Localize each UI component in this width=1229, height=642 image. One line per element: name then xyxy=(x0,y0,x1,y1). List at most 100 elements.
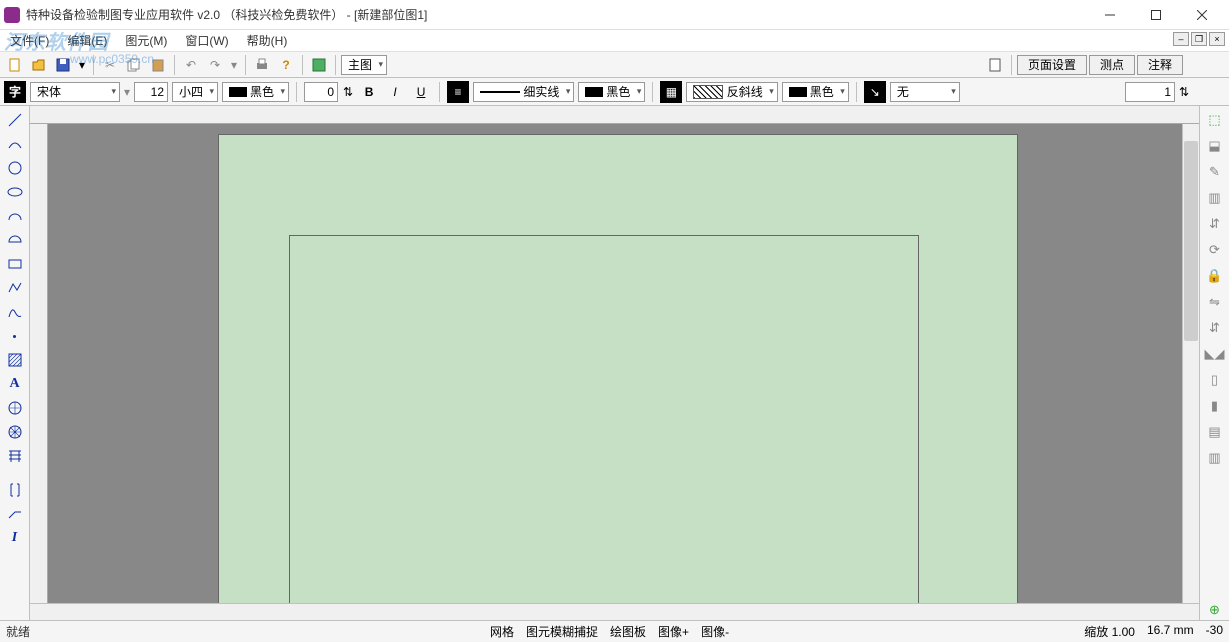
redo-button[interactable]: ↷ xyxy=(204,54,226,76)
annotate-button[interactable]: 注释 xyxy=(1137,55,1183,75)
status-board[interactable]: 绘图板 xyxy=(610,623,646,640)
circle-tool[interactable] xyxy=(4,158,26,178)
ellipse-tool[interactable] xyxy=(4,182,26,202)
status-snap[interactable]: 图元模糊捕捉 xyxy=(526,623,598,640)
save-button[interactable] xyxy=(52,54,74,76)
standard-toolbar: ▾ ✂ ↶ ↷ ▾ ? 主图 页面设置 测点 注释 xyxy=(0,52,1229,78)
text-color-select[interactable]: 黑色 xyxy=(222,82,289,102)
scrollbar-vertical[interactable] xyxy=(1182,124,1199,603)
status-image-plus[interactable]: 图像+ xyxy=(658,623,689,640)
radial-tool[interactable] xyxy=(4,422,26,442)
dimension-tool[interactable] xyxy=(4,398,26,418)
drawing-frame xyxy=(289,235,919,603)
status-grid[interactable]: 网格 xyxy=(490,623,514,640)
pattern-color-select[interactable]: 黑色 xyxy=(782,82,849,102)
help-button[interactable]: ? xyxy=(275,54,297,76)
minimize-button[interactable] xyxy=(1087,0,1133,30)
arc-tool[interactable] xyxy=(4,206,26,226)
edit-tool[interactable]: ✎ xyxy=(1204,162,1226,182)
titlebar: 特种设备检验制图专业应用软件 v2.0 （科技兴检免费软件） - [新建部位图1… xyxy=(0,0,1229,30)
menu-window[interactable]: 窗口(W) xyxy=(181,30,232,51)
group-tool[interactable]: ⬚ xyxy=(1204,110,1226,130)
font-size-label-select[interactable]: 小四 xyxy=(172,82,218,102)
ruler-vertical xyxy=(30,124,48,603)
layer-up-tool[interactable]: ▤ xyxy=(1204,422,1226,442)
bracket-tool[interactable] xyxy=(4,480,26,500)
ungroup-tool[interactable]: ⬓ xyxy=(1204,136,1226,156)
semicircle-tool[interactable] xyxy=(4,230,26,250)
italic-button[interactable]: I xyxy=(384,81,406,103)
copy-button[interactable] xyxy=(123,54,145,76)
drawing-canvas[interactable] xyxy=(48,124,1182,603)
stroke-width-input[interactable] xyxy=(304,82,338,102)
bezier-tool[interactable] xyxy=(4,302,26,322)
underline-button[interactable]: U xyxy=(410,81,432,103)
font-name-select[interactable]: 宋体 xyxy=(30,82,120,102)
measure-point-button[interactable]: 测点 xyxy=(1089,55,1135,75)
menu-element[interactable]: 图元(M) xyxy=(121,30,171,51)
page-num-input[interactable] xyxy=(1125,82,1175,102)
bold-button[interactable]: B xyxy=(358,81,380,103)
ruler-horizontal xyxy=(30,106,1199,124)
status-image-minus[interactable]: 图像- xyxy=(701,623,729,640)
distribute-tool[interactable]: ⇵ xyxy=(1204,214,1226,234)
line-style-button[interactable]: ≡ xyxy=(447,81,469,103)
rotate-tool[interactable]: ⟳ xyxy=(1204,240,1226,260)
mdi-restore[interactable]: ❐ xyxy=(1191,32,1207,46)
app-icon xyxy=(4,7,20,23)
font-dialog-button[interactable]: 字 xyxy=(4,81,26,103)
paste-button[interactable] xyxy=(147,54,169,76)
polyline-tool[interactable] xyxy=(4,278,26,298)
arrow-select[interactable]: 无 xyxy=(890,82,960,102)
snap-toggle[interactable]: ⊕ xyxy=(1204,600,1226,620)
font-size-input[interactable] xyxy=(134,82,168,102)
table-tool[interactable] xyxy=(4,446,26,466)
rectangle-tool[interactable] xyxy=(4,254,26,274)
italic-text-tool[interactable]: I xyxy=(4,528,26,548)
mdi-minimize[interactable]: – xyxy=(1173,32,1189,46)
undo-dropdown[interactable]: ▾ xyxy=(228,54,240,76)
maximize-button[interactable] xyxy=(1133,0,1179,30)
leader-tool[interactable] xyxy=(4,504,26,524)
page-setup-button[interactable]: 页面设置 xyxy=(1017,55,1087,75)
flip-v-tool[interactable]: ⇵ xyxy=(1204,318,1226,338)
scrollbar-horizontal[interactable] xyxy=(30,603,1199,620)
lock-tool[interactable]: 🔒 xyxy=(1204,266,1226,286)
menu-help[interactable]: 帮助(H) xyxy=(243,30,292,51)
back-tool[interactable]: ▮ xyxy=(1204,396,1226,416)
front-tool[interactable]: ▯ xyxy=(1204,370,1226,390)
menu-file[interactable]: 文件(F) xyxy=(6,30,53,51)
close-button[interactable] xyxy=(1179,0,1225,30)
open-button[interactable] xyxy=(28,54,50,76)
line-color-select[interactable]: 黑色 xyxy=(578,82,645,102)
line-style-select[interactable]: 细实线 xyxy=(473,82,574,102)
pattern-select[interactable]: 反斜线 xyxy=(686,82,777,102)
save-dropdown[interactable]: ▾ xyxy=(76,54,88,76)
arrow-button[interactable]: ↘ xyxy=(864,81,886,103)
flip-h-tool[interactable]: ⇋ xyxy=(1204,292,1226,312)
status-ready: 就绪 xyxy=(6,623,30,640)
window-title: 特种设备检验制图专业应用软件 v2.0 （科技兴检免费软件） - [新建部位图1… xyxy=(26,6,1087,23)
align-tool[interactable]: ▥ xyxy=(1204,188,1226,208)
mirror-tool[interactable]: ◣◢ xyxy=(1204,344,1226,364)
hatch-tool[interactable] xyxy=(4,350,26,370)
cut-button[interactable]: ✂ xyxy=(99,54,121,76)
status-mm: 16.7 mm xyxy=(1147,623,1194,640)
print-button[interactable] xyxy=(251,54,273,76)
new-button[interactable] xyxy=(4,54,26,76)
preview-button[interactable] xyxy=(308,54,330,76)
menu-edit[interactable]: 编辑(E) xyxy=(63,30,111,51)
view-select[interactable]: 主图 xyxy=(341,55,387,75)
canvas-area xyxy=(30,106,1199,620)
point-tool[interactable] xyxy=(4,326,26,346)
text-tool[interactable]: A xyxy=(4,374,26,394)
line-tool[interactable] xyxy=(4,110,26,130)
undo-button[interactable]: ↶ xyxy=(180,54,202,76)
status-bar: 就绪 网格 图元模糊捕捉 绘图板 图像+ 图像- 缩放 1.00 16.7 mm… xyxy=(0,620,1229,642)
mdi-close[interactable]: × xyxy=(1209,32,1225,46)
curve-tool[interactable] xyxy=(4,134,26,154)
doc-info-button[interactable] xyxy=(984,54,1006,76)
layer-down-tool[interactable]: ▥ xyxy=(1204,448,1226,468)
status-zoom: 缩放 1.00 xyxy=(1084,623,1135,640)
fill-button[interactable]: ▦ xyxy=(660,81,682,103)
